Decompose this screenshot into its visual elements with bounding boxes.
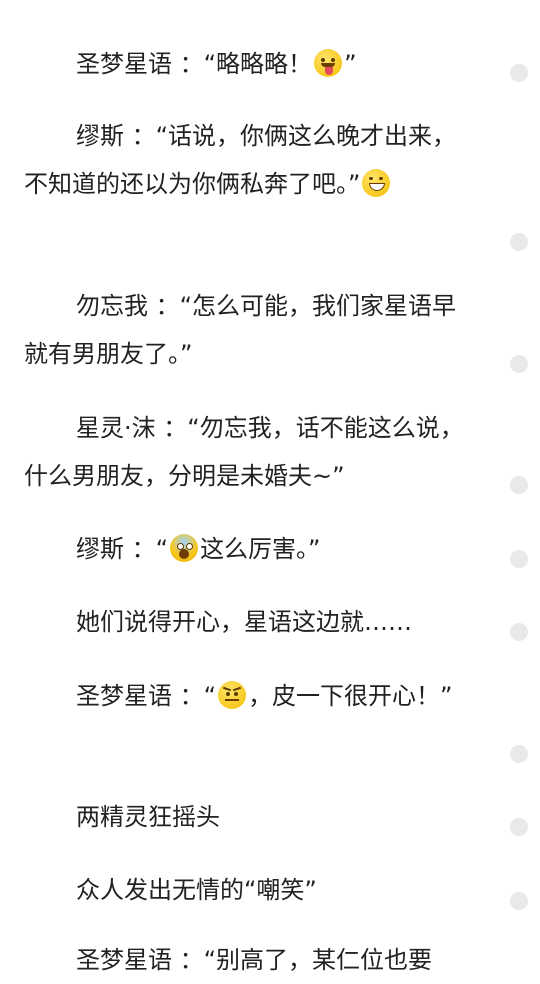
paragraph: 勿忘我 ：“怎么可能，我们家星语早就有男朋友了。” <box>24 282 476 378</box>
paragraph-text: 勿忘我 ：“怎么可能，我们家星语早就有男朋友了。” <box>24 292 457 368</box>
paragraph-text: 缪斯 ：“ <box>76 535 169 563</box>
paragraph: 圣梦星语 ：“别高了，某仁位也要 <box>24 936 476 984</box>
tongue-emoji-icon <box>314 49 343 77</box>
paragraph-comment-dot[interactable] <box>510 550 528 568</box>
paragraph-text: 圣梦星语 ：“略略略！ <box>76 50 313 78</box>
paragraph-text: 她们说得开心，星语这边就…… <box>76 608 412 636</box>
paragraph-comment-dot[interactable] <box>510 745 528 763</box>
paragraph-text: 两精灵狂摇头 <box>76 803 220 831</box>
paragraph-comment-dot[interactable] <box>510 355 528 373</box>
paragraph-comment-dot[interactable] <box>510 64 528 82</box>
paragraph-text-end: ” <box>344 50 357 78</box>
paragraph: 两精灵狂摇头 <box>24 793 476 841</box>
paragraph-comment-dot[interactable] <box>510 233 528 251</box>
paragraph-comment-dot[interactable] <box>510 892 528 910</box>
paragraph-comment-dot[interactable] <box>510 818 528 836</box>
paragraph-text: 星灵·沫 ：“勿忘我，话不能这么说，什么男朋友，分明是未婚夫~” <box>24 414 464 490</box>
paragraph: 缪斯 ：“话说，你俩这么晚才出来，不知道的还以为你俩私奔了吧。” <box>24 112 476 208</box>
paragraph: 众人发出无情的“嘲笑” <box>24 866 476 914</box>
paragraph: 缪斯 ：“ 这么厉害。” <box>24 525 476 573</box>
paragraph: 圣梦星语 ：“略略略！ ” <box>24 40 476 88</box>
paragraph-comment-dot[interactable] <box>510 623 528 641</box>
paragraph-comment-dot[interactable] <box>510 476 528 494</box>
paragraph-text: 圣梦星语 ：“ <box>76 682 217 710</box>
paragraph: 她们说得开心，星语这边就…… <box>24 598 476 646</box>
grin-emoji-icon <box>362 169 391 197</box>
paragraph: 圣梦星语 ：“ ，皮一下很开心！” <box>24 672 476 720</box>
paragraph-text: 缪斯 ：“话说，你俩这么晚才出来，不知道的还以为你俩私奔了吧。” <box>24 122 457 198</box>
scream-emoji-icon <box>170 534 199 562</box>
angry-emoji-icon <box>218 681 247 709</box>
paragraph-text-end: 这么厉害。” <box>200 535 321 563</box>
paragraph-text-end: ，皮一下很开心！” <box>248 682 453 710</box>
paragraph-text: 圣梦星语 ：“别高了，某仁位也要 <box>76 946 433 974</box>
paragraph: 星灵·沫 ：“勿忘我，话不能这么说，什么男朋友，分明是未婚夫~” <box>24 404 476 500</box>
paragraph-text: 众人发出无情的“嘲笑” <box>76 876 317 904</box>
reader-page[interactable]: 圣梦星语 ：“略略略！ ” 缪斯 ：“话说，你俩这么晚才出来，不知道的还以为你俩私… <box>0 0 540 974</box>
